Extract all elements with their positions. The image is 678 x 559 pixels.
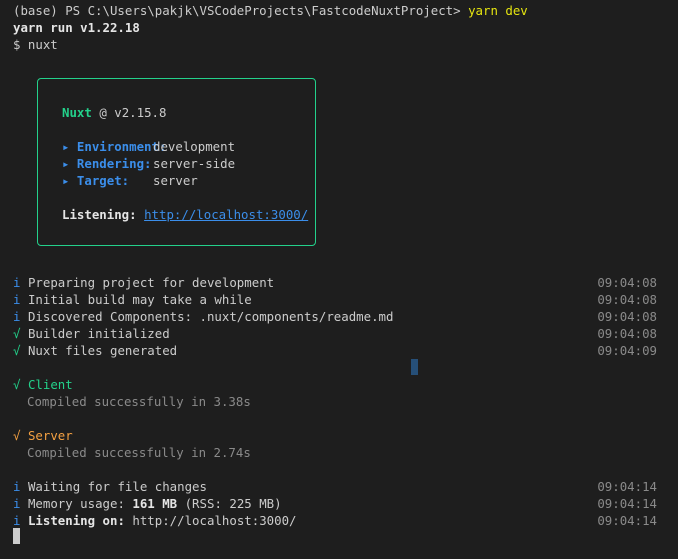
listening-on-label: Listening on: (27, 513, 125, 528)
client-label: Client (27, 377, 73, 392)
listening-line: i Listening on: http://localhost:3000/ (13, 512, 297, 529)
log-timestamp: 09:04:08 (597, 292, 657, 307)
banner-listening: Listening: http://localhost:3000/ (62, 206, 308, 223)
log-text: Waiting for file changes (27, 479, 207, 494)
log-text: Builder initialized (27, 326, 170, 341)
log-line: i Waiting for file changes (13, 478, 207, 495)
log-timestamp: 09:04:14 (597, 479, 657, 494)
client-build-line: √ Client (13, 376, 73, 393)
check-icon: √ (13, 343, 21, 358)
log-timestamp: 09:04:14 (597, 513, 657, 528)
script-line: $ nuxt (13, 37, 58, 52)
yarn-version-line: yarn run v1.22.18 (13, 20, 140, 35)
check-icon: √ (13, 326, 21, 341)
info-icon: i (13, 309, 21, 324)
log-line: √ Nuxt files generated (13, 342, 177, 359)
info-icon: i (13, 496, 21, 511)
log-timestamp: 09:04:09 (597, 343, 657, 358)
log-timestamp: 09:04:14 (597, 496, 657, 511)
server-label: Server (27, 428, 73, 443)
log-timestamp: 09:04:08 (597, 326, 657, 341)
check-icon: √ (13, 428, 21, 443)
log-timestamp: 09:04:08 (597, 275, 657, 290)
log-text: (RSS: 225 MB) (177, 496, 282, 511)
listening-label: Listening: (62, 207, 137, 222)
banner-value: server (153, 173, 198, 188)
check-icon: √ (13, 377, 21, 392)
info-icon: i (13, 513, 21, 528)
banner-label: ▸ Rendering: (62, 156, 152, 171)
banner-row-rendering: ▸ Rendering:server-side (62, 155, 235, 172)
info-icon: i (13, 479, 21, 494)
nuxt-banner: Nuxt @ v2.15.8 ▸ Environment:development… (37, 78, 316, 246)
log-text: Nuxt files generated (27, 343, 178, 358)
nuxt-name: Nuxt (62, 105, 92, 120)
banner-value: development (153, 139, 236, 154)
memory-usage-line: i Memory usage: 161 MB (RSS: 225 MB) (13, 495, 282, 512)
prompt-path: (base) PS C:\Users\pakjk\VSCodeProjects\… (13, 3, 469, 18)
banner-value: server-side (153, 156, 236, 171)
prompt-command: yarn dev (468, 3, 528, 18)
log-text: Memory usage: (27, 496, 133, 511)
log-text: Initial build may take a while (27, 292, 252, 307)
terminal-cursor[interactable] (13, 528, 20, 544)
log-line: √ Builder initialized (13, 325, 170, 342)
listening-on-url[interactable]: http://localhost:3000/ (125, 513, 296, 528)
prompt-line: (base) PS C:\Users\pakjk\VSCodeProjects\… (13, 2, 528, 19)
server-build-line: √ Server (13, 427, 73, 444)
log-text: Preparing project for development (27, 275, 275, 290)
log-line: i Discovered Components: .nuxt/component… (13, 308, 393, 325)
nuxt-version: @ v2.15.8 (99, 105, 167, 120)
log-line: i Initial build may take a while (13, 291, 252, 308)
log-timestamp: 09:04:08 (597, 309, 657, 324)
banner-label: ▸ Target: (62, 173, 130, 188)
banner-row-target: ▸ Target: server (62, 172, 198, 189)
server-status: Compiled successfully in 2.74s (27, 445, 251, 460)
info-icon: i (13, 292, 21, 307)
nuxt-title: Nuxt @ v2.15.8 (62, 104, 166, 121)
banner-row-environment: ▸ Environment:development (62, 138, 235, 155)
log-text: Discovered Components: .nuxt/components/… (27, 309, 394, 324)
info-icon: i (13, 275, 21, 290)
selection-marker (411, 359, 418, 375)
log-line: i Preparing project for development (13, 274, 274, 291)
memory-value: 161 MB (132, 496, 178, 511)
client-status: Compiled successfully in 3.38s (27, 394, 251, 409)
banner-label: ▸ Environment: (62, 139, 167, 154)
listening-url-link[interactable]: http://localhost:3000/ (144, 207, 308, 222)
